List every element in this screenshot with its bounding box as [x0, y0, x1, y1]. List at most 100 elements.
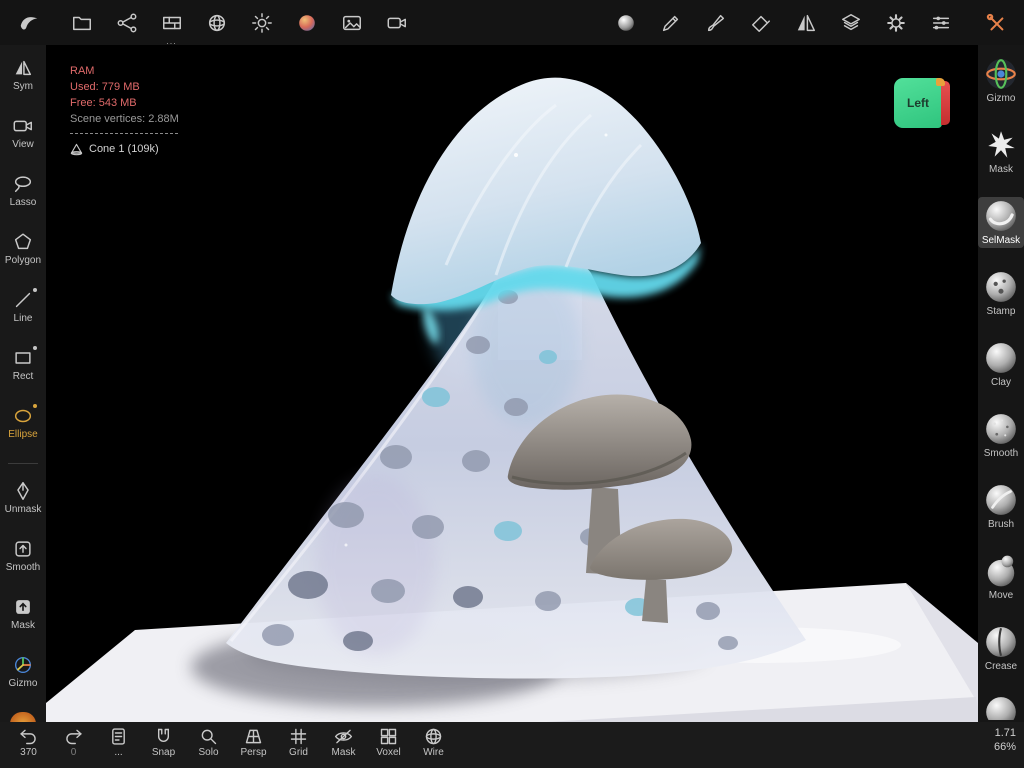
trowel-icon	[750, 12, 772, 34]
tool-item-gizmo[interactable]: Gizmo	[978, 55, 1024, 106]
app-logo-icon	[18, 12, 40, 34]
mirror-triangle-icon	[795, 12, 817, 34]
scene-graph-button[interactable]	[104, 0, 149, 45]
notes-icon	[108, 726, 129, 747]
stats-divider	[70, 133, 178, 134]
toggle-label: Grid	[289, 747, 308, 758]
tool-item-crease[interactable]: Crease	[978, 623, 1024, 674]
bricks-icon	[161, 12, 183, 34]
stroke-item-view[interactable]: View	[0, 115, 46, 151]
grid-icon	[288, 726, 309, 747]
stamp-sphere-icon	[983, 269, 1019, 305]
wire-sphere-icon	[206, 12, 228, 34]
polygon-icon	[12, 231, 34, 253]
image-icon	[341, 12, 363, 34]
pencil-icon	[660, 12, 682, 34]
stroke-item-lasso[interactable]: Lasso	[0, 173, 46, 209]
clipped-tool-item[interactable]	[983, 694, 1019, 720]
toggle-wire[interactable]: Wire	[411, 726, 456, 758]
action-item-label: Gizmo	[9, 678, 38, 689]
sliders-icon	[930, 12, 952, 34]
stroke-item-polygon[interactable]: Polygon	[0, 231, 46, 267]
selmask-sphere-icon	[983, 198, 1019, 234]
app-logo-button[interactable]	[6, 0, 51, 45]
action-item-label: Mask	[11, 620, 35, 631]
tool-label: Mask	[989, 164, 1013, 175]
stroke-item-label: Rect	[13, 371, 34, 382]
toggle-label: Snap	[152, 747, 175, 758]
toggle-persp[interactable]: Persp	[231, 726, 276, 758]
symmetry-button[interactable]	[783, 0, 828, 45]
undo-count: 370	[20, 747, 37, 758]
view-cube-side-face[interactable]	[941, 81, 950, 125]
cone-icon	[70, 143, 83, 156]
settings-button[interactable]	[873, 0, 918, 45]
rectangle-icon	[12, 347, 34, 369]
debug-tools-button[interactable]	[973, 0, 1018, 45]
layers-button[interactable]	[828, 0, 873, 45]
stroke-item-sym[interactable]: Sym	[0, 57, 46, 93]
toggle-label: Voxel	[376, 747, 400, 758]
tool-label: Smooth	[984, 448, 1018, 459]
toggle-snap[interactable]: Snap	[141, 726, 186, 758]
tool-item-clay[interactable]: Clay	[978, 339, 1024, 390]
material-button[interactable]	[194, 0, 239, 45]
action-item-gizmo[interactable]: Gizmo	[0, 654, 46, 690]
scene-stats: RAM Used: 779 MB Free: 543 MB Scene vert…	[70, 63, 179, 157]
view-cube-face-label: Left	[907, 96, 929, 110]
tool-label: Move	[989, 590, 1013, 601]
history-button[interactable]: ...	[96, 726, 141, 758]
redo-button[interactable]: 0	[51, 726, 96, 758]
ram-used: Used: 779 MB	[70, 79, 179, 95]
toggle-solo[interactable]: Solo	[186, 726, 231, 758]
filled-box-arrow-icon	[12, 596, 34, 618]
toggle-label: Solo	[198, 747, 218, 758]
history-more-dots: ...	[114, 747, 122, 758]
matcap-sphere-icon	[615, 12, 637, 34]
flatten-button[interactable]	[738, 0, 783, 45]
splat-icon	[983, 127, 1019, 163]
tool-label: Stamp	[987, 306, 1016, 317]
action-item-unmask[interactable]: Unmask	[0, 480, 46, 516]
tool-item-stamp[interactable]: Stamp	[978, 268, 1024, 319]
tool-item-selmask[interactable]: SelMask	[978, 197, 1024, 248]
view-cube-left-face[interactable]: Left	[894, 78, 942, 128]
undo-button[interactable]: 370	[6, 726, 51, 758]
line-icon	[12, 289, 34, 311]
toggle-label: Wire	[423, 747, 444, 758]
stroke-item-ellipse[interactable]: Ellipse	[0, 405, 46, 441]
eye-off-icon	[333, 726, 354, 747]
tool-item-move[interactable]: Move	[978, 552, 1024, 603]
view-cube-corner[interactable]	[936, 78, 945, 86]
stroke-item-label: Sym	[13, 81, 33, 92]
stroke-item-line[interactable]: Line	[0, 289, 46, 325]
toggle-mask-visibility[interactable]: Mask	[321, 726, 366, 758]
image-button[interactable]	[329, 0, 374, 45]
files-button[interactable]	[59, 0, 104, 45]
tool-item-brush[interactable]: Brush	[978, 481, 1024, 532]
camera-button[interactable]	[374, 0, 419, 45]
interface-button[interactable]	[918, 0, 963, 45]
matcap-button[interactable]	[603, 0, 648, 45]
environment-button[interactable]	[284, 0, 329, 45]
viewport[interactable]: RAM Used: 779 MB Free: 543 MB Scene vert…	[46, 45, 978, 722]
paint-button[interactable]	[693, 0, 738, 45]
action-item-smooth[interactable]: Smooth	[0, 538, 46, 574]
action-item-mask[interactable]: Mask	[0, 596, 46, 632]
toggle-grid[interactable]: Grid	[276, 726, 321, 758]
move-sphere-icon	[983, 553, 1019, 589]
clipped-rail-item[interactable]	[10, 712, 36, 722]
tool-item-smooth[interactable]: Smooth	[978, 410, 1024, 461]
stroke-item-rect[interactable]: Rect	[0, 347, 46, 383]
view-cube[interactable]: Left	[894, 78, 950, 128]
pencil-button[interactable]	[648, 0, 693, 45]
topology-button[interactable]: ...	[149, 0, 194, 45]
toggle-voxel[interactable]: Voxel	[366, 726, 411, 758]
selected-object-row[interactable]: Cone 1 (109k)	[70, 141, 179, 157]
zoom-level: 1.71	[994, 726, 1016, 740]
redo-icon	[63, 726, 84, 747]
tool-item-mask[interactable]: Mask	[978, 126, 1024, 177]
lighting-button[interactable]	[239, 0, 284, 45]
video-camera-icon	[386, 12, 408, 34]
camera-icon	[12, 115, 34, 137]
